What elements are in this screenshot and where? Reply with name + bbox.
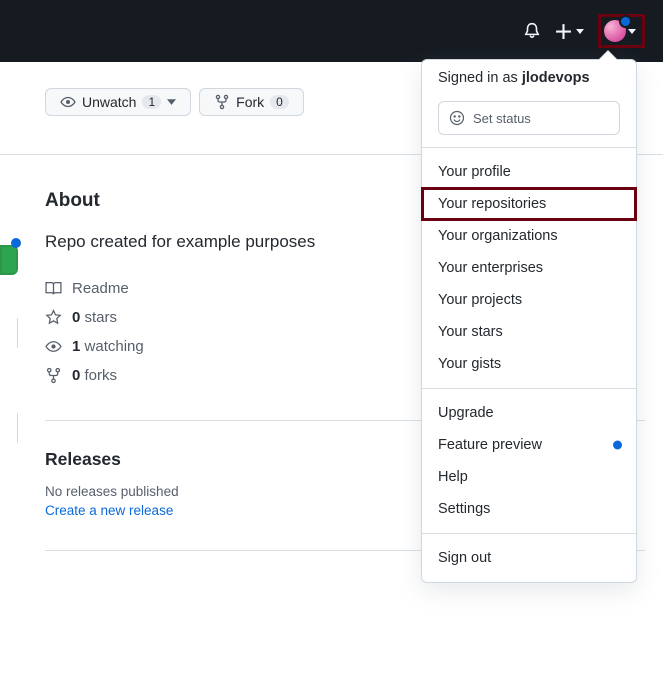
menu-feature-preview[interactable]: Feature preview [422,429,636,461]
menu-your-stars[interactable]: Your stars [422,316,636,348]
create-new-dropdown[interactable] [555,23,584,40]
signed-in-as: Signed in as jlodevops [422,60,636,98]
menu-help[interactable]: Help [422,461,636,493]
fork-icon [214,94,230,110]
border-accent-icon [17,413,18,443]
menu-your-organizations[interactable]: Your organizations [422,220,636,252]
book-icon [45,280,62,297]
dot-icon [11,238,21,248]
top-header [0,0,663,62]
smiley-icon [449,110,465,126]
unwatch-label: Unwatch [82,94,136,110]
user-menu-dropdown: Signed in as jlodevops Set status Your p… [421,59,637,583]
dot-icon [613,441,622,450]
eye-icon [60,94,76,110]
menu-upgrade[interactable]: Upgrade [422,397,636,429]
notification-bell-icon[interactable] [523,22,541,40]
fork-label: Fork [236,94,264,110]
caret-up-icon [599,51,617,60]
menu-your-repositories[interactable]: Your repositories [422,188,636,220]
menu-your-gists[interactable]: Your gists [422,348,636,380]
menu-sign-out[interactable]: Sign out [422,542,636,574]
chevron-down-icon [167,99,176,105]
eye-icon [45,338,62,355]
fork-count: 0 [270,95,289,109]
border-accent-icon [17,318,18,348]
menu-settings[interactable]: Settings [422,493,636,525]
menu-your-enterprises[interactable]: Your enterprises [422,252,636,284]
menu-your-projects[interactable]: Your projects [422,284,636,316]
fork-button[interactable]: Fork 0 [199,88,304,116]
unwatch-button[interactable]: Unwatch 1 [45,88,191,116]
avatar-status-dot-icon [619,15,632,28]
create-release-link[interactable]: Create a new release [45,503,173,518]
menu-your-profile[interactable]: Your profile [422,156,636,188]
unwatch-count: 1 [142,95,161,109]
user-avatar-dropdown[interactable] [598,14,645,48]
fork-icon [45,367,62,384]
star-icon [45,309,62,326]
set-status-button[interactable]: Set status [438,101,620,135]
tab-indicator-icon [0,245,18,275]
